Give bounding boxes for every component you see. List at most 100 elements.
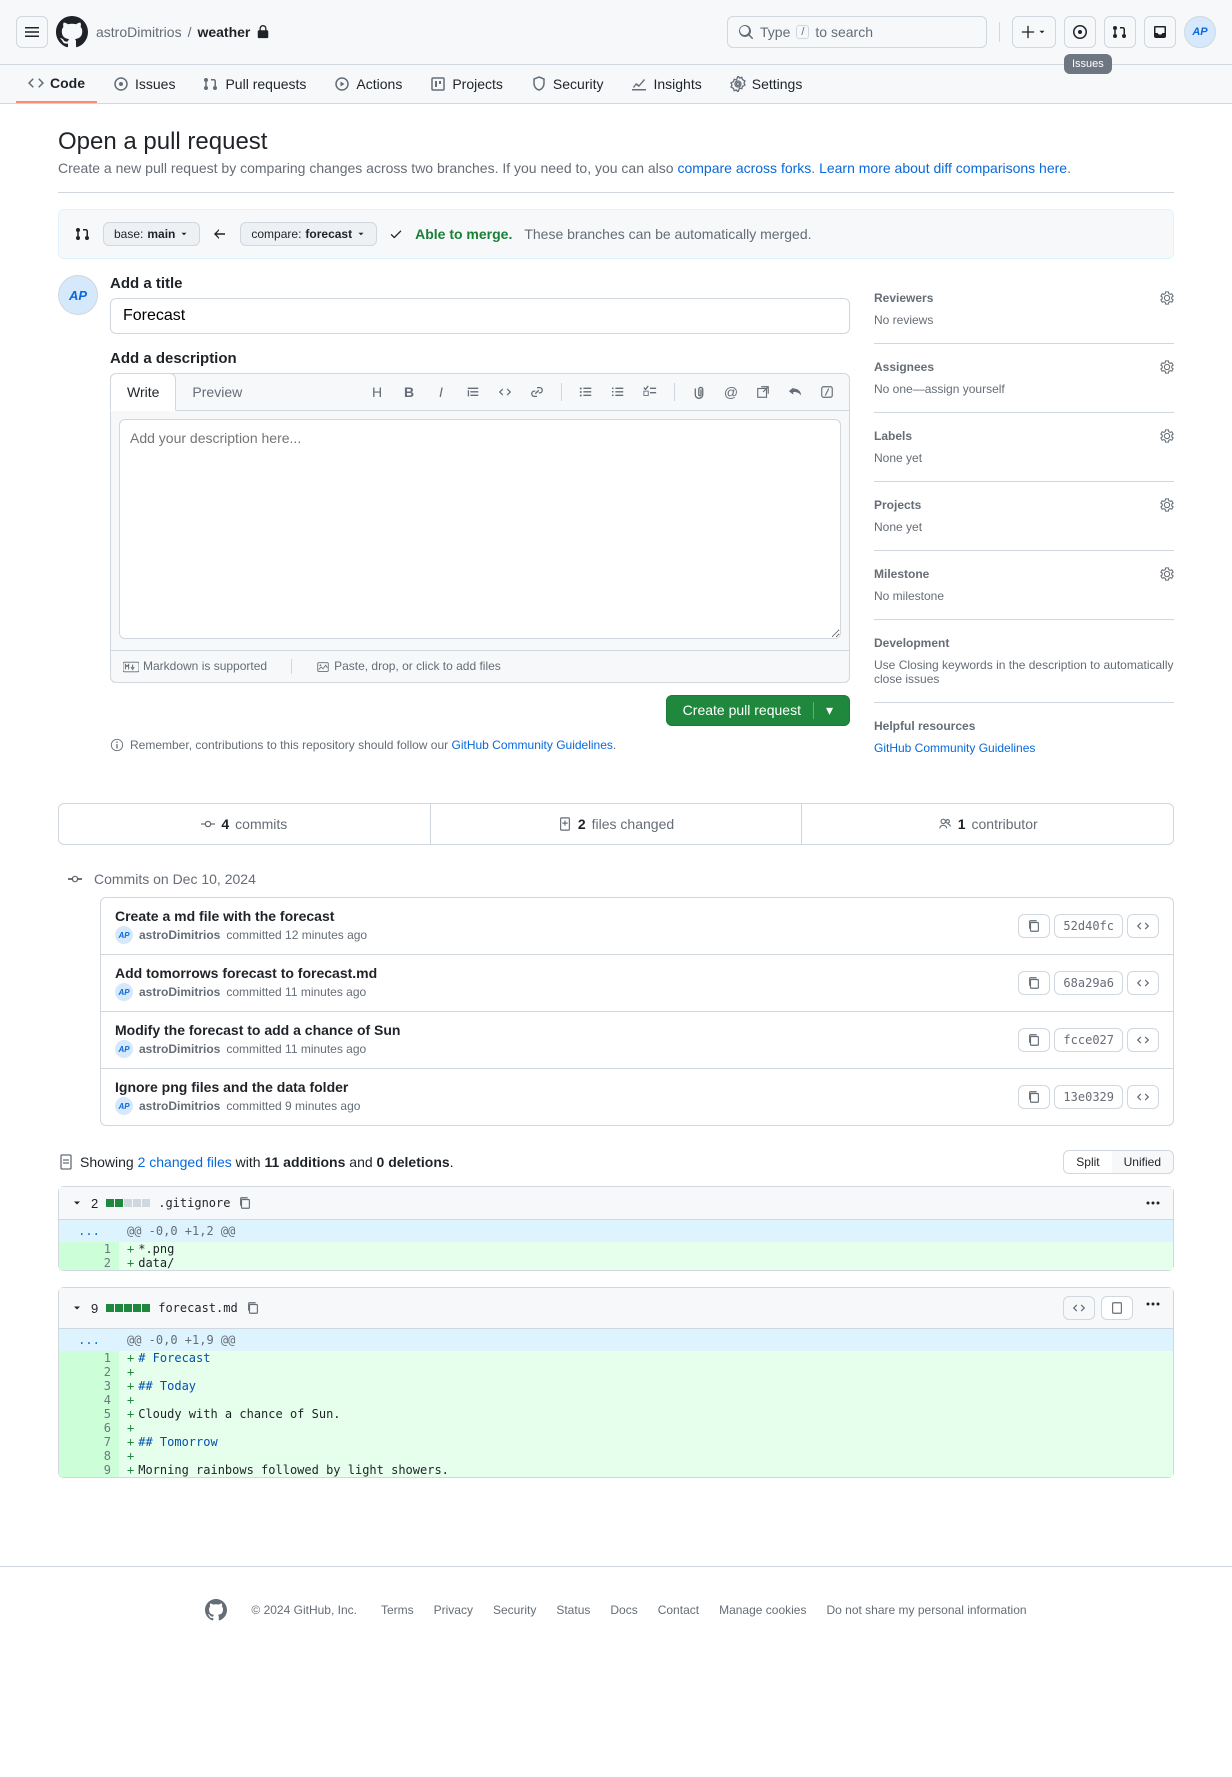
- file-name[interactable]: .gitignore: [158, 1196, 230, 1210]
- commit-author[interactable]: astroDimitrios: [139, 1099, 220, 1113]
- commit-title[interactable]: Ignore png files and the data folder: [115, 1079, 1018, 1095]
- code-tool[interactable]: [491, 378, 519, 406]
- copy-sha-button[interactable]: [1018, 914, 1050, 938]
- tab-settings[interactable]: Settings: [718, 65, 815, 103]
- contributors-count[interactable]: 1 contributor: [802, 804, 1173, 844]
- copy-icon[interactable]: [246, 1301, 260, 1315]
- tab-issues[interactable]: Issues: [101, 65, 187, 103]
- description-label: Add a description: [110, 350, 850, 367]
- files-changed-count[interactable]: 2 files changed: [431, 804, 803, 844]
- preview-tab[interactable]: Preview: [176, 374, 258, 410]
- commits-count[interactable]: 4 commits: [59, 804, 431, 844]
- slash-tool[interactable]: [813, 378, 841, 406]
- commit-sha[interactable]: 68a29a6: [1054, 971, 1123, 995]
- menu-button[interactable]: [16, 16, 48, 48]
- unified-view-button[interactable]: Unified: [1112, 1151, 1173, 1173]
- footer-link[interactable]: Terms: [381, 1603, 414, 1617]
- repo-owner[interactable]: astroDimitrios: [96, 24, 182, 40]
- github-logo-footer[interactable]: [205, 1599, 227, 1621]
- bold-tool[interactable]: B: [395, 378, 423, 406]
- tab-insights[interactable]: Insights: [619, 65, 713, 103]
- closing-keywords-link[interactable]: Closing keywords: [899, 658, 993, 672]
- commit-sha[interactable]: fcce027: [1054, 1028, 1123, 1052]
- footer-link[interactable]: Contact: [658, 1603, 699, 1617]
- reply-tool[interactable]: [781, 378, 809, 406]
- gear-icon[interactable]: [1160, 498, 1174, 512]
- heading-tool[interactable]: H: [363, 378, 391, 406]
- mention-tool[interactable]: @: [717, 378, 745, 406]
- copy-sha-button[interactable]: [1018, 1085, 1050, 1109]
- chevron-down-icon[interactable]: [71, 1302, 83, 1314]
- breadcrumb: astroDimitrios / weather: [96, 24, 719, 40]
- gear-icon[interactable]: [1160, 567, 1174, 581]
- browse-code-button[interactable]: [1127, 1028, 1159, 1052]
- changed-files-link[interactable]: 2 changed files: [138, 1154, 232, 1170]
- rendered-view-button[interactable]: [1101, 1296, 1133, 1320]
- kebab-icon[interactable]: [1145, 1195, 1161, 1211]
- browse-code-button[interactable]: [1127, 1085, 1159, 1109]
- pr-title-input[interactable]: [110, 298, 850, 334]
- tab-code[interactable]: Code: [16, 65, 97, 103]
- ul-tool[interactable]: [604, 378, 632, 406]
- commit-title[interactable]: Add tomorrows forecast to forecast.md: [115, 965, 1018, 981]
- chevron-down-icon[interactable]: [71, 1197, 83, 1209]
- search-input[interactable]: Type / to search: [727, 16, 987, 48]
- copy-icon[interactable]: [238, 1196, 252, 1210]
- create-new-button[interactable]: [1012, 16, 1056, 48]
- link-tool[interactable]: [523, 378, 551, 406]
- file-name[interactable]: forecast.md: [158, 1301, 237, 1315]
- repo-name[interactable]: weather: [197, 24, 250, 40]
- footer-link[interactable]: Status: [556, 1603, 590, 1617]
- ol-tool[interactable]: [572, 378, 600, 406]
- browse-code-button[interactable]: [1127, 971, 1159, 995]
- description-textarea[interactable]: [119, 419, 841, 639]
- pull-requests-button[interactable]: [1104, 16, 1136, 48]
- commit-title[interactable]: Modify the forecast to add a chance of S…: [115, 1022, 1018, 1038]
- compare-forks-link[interactable]: compare across forks: [677, 160, 811, 176]
- community-guidelines-link[interactable]: GitHub Community Guidelines: [874, 741, 1035, 755]
- crossref-tool[interactable]: [749, 378, 777, 406]
- footer-link[interactable]: Do not share my personal information: [826, 1603, 1026, 1617]
- compare-branch-button[interactable]: compare: forecast: [240, 222, 377, 246]
- tab-security[interactable]: Security: [519, 65, 616, 103]
- attach-note[interactable]: Paste, drop, or click to add files: [316, 659, 501, 674]
- tasklist-tool[interactable]: [636, 378, 664, 406]
- commit-author[interactable]: astroDimitrios: [139, 1042, 220, 1056]
- tab-actions[interactable]: Actions: [322, 65, 414, 103]
- write-tab[interactable]: Write: [110, 373, 176, 411]
- italic-tool[interactable]: I: [427, 378, 455, 406]
- markdown-supported[interactable]: Markdown is supported: [123, 659, 267, 674]
- create-pr-button[interactable]: Create pull request▾: [666, 695, 850, 726]
- commit-author[interactable]: astroDimitrios: [139, 928, 220, 942]
- commit-title[interactable]: Create a md file with the forecast: [115, 908, 1018, 924]
- browse-code-button[interactable]: [1127, 914, 1159, 938]
- guidelines-link[interactable]: GitHub Community Guidelines: [452, 738, 613, 752]
- copy-sha-button[interactable]: [1018, 971, 1050, 995]
- quote-tool[interactable]: [459, 378, 487, 406]
- github-logo[interactable]: [56, 16, 88, 48]
- commit-sha[interactable]: 52d40fc: [1054, 914, 1123, 938]
- issues-button[interactable]: [1064, 16, 1096, 48]
- commit-sha[interactable]: 13e0329: [1054, 1085, 1123, 1109]
- footer-link[interactable]: Privacy: [434, 1603, 473, 1617]
- footer-link[interactable]: Security: [493, 1603, 536, 1617]
- inbox-button[interactable]: [1144, 16, 1176, 48]
- assign-yourself-link[interactable]: assign yourself: [925, 382, 1005, 396]
- tab-pulls[interactable]: Pull requests: [191, 65, 318, 103]
- copy-sha-button[interactable]: [1018, 1028, 1050, 1052]
- footer-link[interactable]: Manage cookies: [719, 1603, 806, 1617]
- reviewers-title: Reviewers: [874, 291, 933, 305]
- attach-tool[interactable]: [685, 378, 713, 406]
- split-view-button[interactable]: Split: [1064, 1151, 1111, 1173]
- source-view-button[interactable]: [1063, 1296, 1095, 1320]
- base-branch-button[interactable]: base: main: [103, 222, 200, 246]
- gear-icon[interactable]: [1160, 429, 1174, 443]
- tab-projects[interactable]: Projects: [418, 65, 515, 103]
- kebab-icon[interactable]: [1145, 1296, 1161, 1312]
- gear-icon[interactable]: [1160, 360, 1174, 374]
- gear-icon[interactable]: [1160, 291, 1174, 305]
- footer-link[interactable]: Docs: [610, 1603, 637, 1617]
- learn-diff-link[interactable]: Learn more about diff comparisons here: [819, 160, 1067, 176]
- commit-author[interactable]: astroDimitrios: [139, 985, 220, 999]
- user-avatar[interactable]: AP: [1184, 16, 1216, 48]
